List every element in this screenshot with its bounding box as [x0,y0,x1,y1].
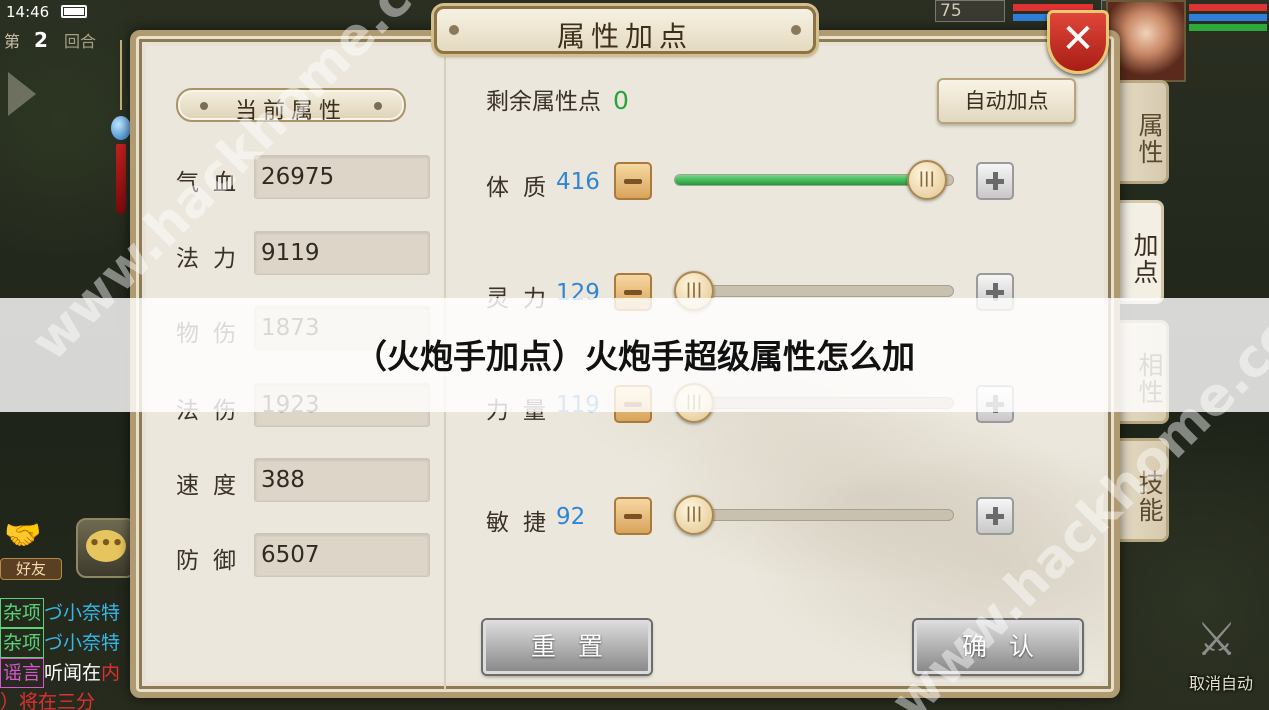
cancel-auto-label: 取消自动 [1188,674,1253,693]
slider-fill [675,175,945,185]
friends-button[interactable]: 🤝 好友 [0,516,64,582]
remaining-points-label: 剩余属性点 [486,89,601,115]
chat-text: ）将在 [0,691,58,710]
stat-box: 6507 [254,533,430,577]
chat-tag: 杂项 [0,598,45,628]
current-attributes-title: 当前属性 [234,99,347,124]
stat-box: 26975 [254,155,430,199]
stat-value: 26975 [261,164,335,190]
chat-tag: 谣言 [0,658,45,688]
tab-attributes[interactable]: 属性 [1113,80,1169,184]
current-attributes-header: 当前属性 [176,88,406,124]
decrease-button[interactable] [614,162,652,200]
stat-label: 防御 [176,548,250,574]
pendant-bead [111,116,131,140]
chat-text-extra: 三分 [57,691,96,710]
close-button[interactable]: ✕ [1047,10,1109,74]
chat-text: づ小奈特 [44,602,121,624]
close-icon: ✕ [1061,16,1095,62]
exp-bar [1189,24,1267,31]
friends-label: 好友 [0,558,62,580]
slider-handle[interactable] [906,160,947,200]
stat-value: 388 [261,467,305,493]
slider-label: 体质 [486,175,560,201]
round-indicator: 第 2 回合 [0,28,96,52]
slider-handle[interactable] [674,495,714,535]
ornament-icon [791,25,801,35]
slider-value: 416 [556,169,600,195]
reset-button[interactable]: 重置 [483,620,651,674]
slider-row-constitution: 体质 416 [486,160,1026,206]
pendant-cord [120,40,122,110]
auto-allocate-button[interactable]: 自动加点 [937,78,1076,124]
chat-bubble-icon: ••• [86,530,126,562]
increase-button[interactable] [976,497,1014,535]
stat-row-defense: 防御 6507 [176,533,432,579]
cancel-auto-button[interactable]: ⚔ 取消自动 [1176,612,1266,702]
status-bar: 14:46 [0,0,140,24]
chat-tag: 杂项 [0,628,45,658]
chat-line: ）将在三分 [0,688,140,710]
decrease-button[interactable] [614,497,652,535]
slider-label: 敏捷 [486,510,560,536]
hp-bar [1189,4,1267,11]
stat-label: 速度 [176,473,250,499]
chat-button[interactable]: ••• [76,518,136,578]
handshake-icon: 🤝 [4,518,42,553]
panel-title: 属性加点 [556,20,693,53]
chat-line: 杂项 づ小奈特 [0,598,140,628]
stat-box: 9119 [254,231,430,275]
stat-row-speed: 速度 388 [176,458,432,504]
crossed-swords-icon: ⚔ [1196,612,1238,666]
stat-value: 6507 [261,542,320,568]
level-badge: 75 [935,0,1005,22]
stat-row-mana: 法力 9119 [176,231,432,277]
play-arrow-icon[interactable] [8,72,36,116]
confirm-button[interactable]: 确认 [914,620,1082,674]
slider-track[interactable] [674,285,954,297]
ornament-dot [374,102,382,110]
battery-icon [61,5,87,18]
chat-text: づ小奈特 [44,632,121,654]
stat-label: 法力 [176,246,250,272]
slider-row-agility: 敏捷 92 [486,495,1026,541]
article-title: （火炮手加点）火炮手超级属性怎么加 [354,337,915,376]
slider-track[interactable] [674,509,954,521]
chat-line: 谣言 听闻在内 [0,658,140,688]
slider-value: 92 [556,504,586,530]
stat-box: 388 [254,458,430,502]
remaining-points: 剩余属性点 0 [486,82,629,116]
increase-button[interactable] [976,162,1014,200]
round-prefix: 第 [4,32,21,51]
status-time: 14:46 [6,3,50,21]
chat-text: 听闻在 [44,662,102,684]
chat-text-extra: 内 [101,662,121,684]
chat-line: 杂项 づ小奈特 [0,628,140,658]
stat-label: 气血 [176,170,250,196]
remaining-points-value: 0 [613,86,629,115]
round-suffix: 回合 [63,32,96,51]
round-number: 2 [34,28,48,52]
mp-bar [1189,14,1267,21]
article-title-banner: （火炮手加点）火炮手超级属性怎么加 [0,298,1269,412]
tab-skills[interactable]: 技能 [1113,438,1169,542]
stat-row-hp: 气血 26975 [176,155,432,201]
stat-value: 9119 [261,240,320,266]
pendant-tassel [116,144,126,214]
panel-title-plaque: 属性加点 [434,6,816,54]
chat-log[interactable]: 杂项 づ小奈特 杂项 づ小奈特 谣言 听闻在内 ）将在三分 [0,598,140,710]
